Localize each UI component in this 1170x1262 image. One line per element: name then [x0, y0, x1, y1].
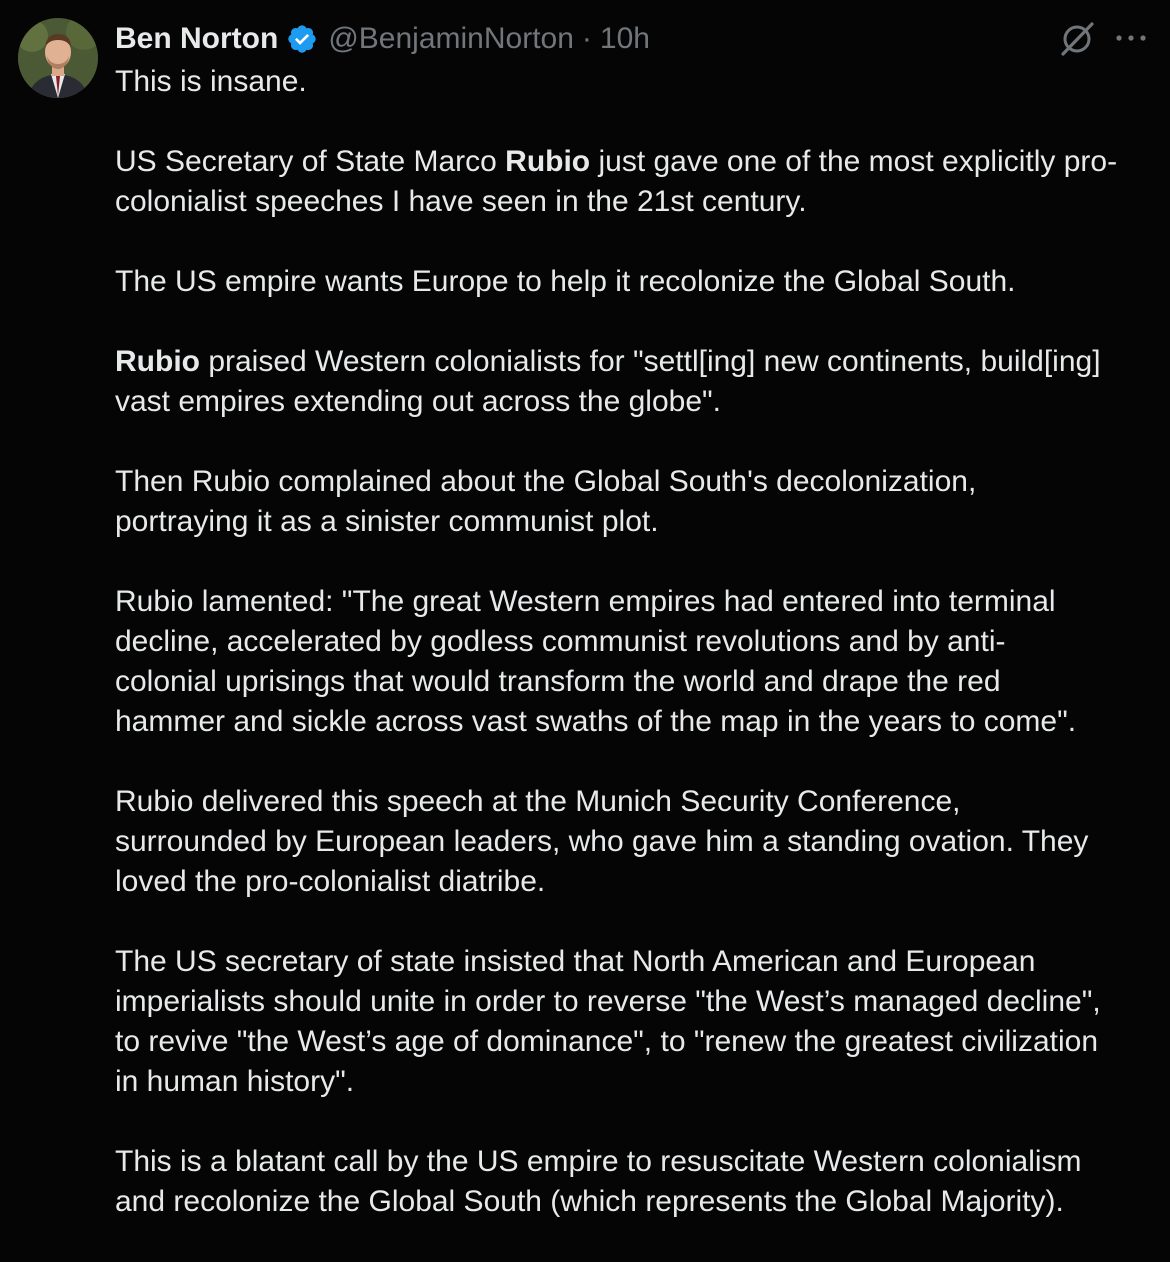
- separator-dot: ·: [581, 22, 592, 55]
- post-paragraph: This is insane.: [115, 65, 307, 98]
- post-paragraph: Rubio lamented: "The great Western empir…: [115, 585, 1077, 738]
- verified-badge-icon: [286, 23, 318, 55]
- post-header: Ben Norton @BenjaminNorton · 10h: [115, 18, 650, 60]
- post-paragraph: Rubio delivered this speech at the Munic…: [115, 785, 1089, 898]
- post-paragraph: This is a blatant call by the US empire …: [115, 1145, 1082, 1218]
- post-paragraph: The US secretary of state insisted that …: [115, 945, 1101, 1098]
- author-handle[interactable]: @BenjaminNorton: [328, 22, 574, 56]
- post-text: This is insane. US Secretary of State Ma…: [115, 62, 1155, 1262]
- post-paragraph: Rubio praised Western colonialists for "…: [115, 345, 1101, 418]
- more-options-icon[interactable]: [1114, 26, 1148, 50]
- post-timestamp[interactable]: 10h: [600, 22, 650, 56]
- tweet: Ben Norton @BenjaminNorton · 10h This is…: [0, 0, 1170, 1228]
- grok-icon[interactable]: [1058, 20, 1096, 58]
- post-paragraph: The US empire wants Europe to help it re…: [115, 265, 1016, 298]
- author-name[interactable]: Ben Norton: [115, 22, 278, 56]
- avatar[interactable]: [18, 18, 98, 98]
- post-paragraph: US Secretary of State Marco Rubio just g…: [115, 145, 1118, 218]
- post-paragraph: Then Rubio complained about the Global S…: [115, 465, 977, 538]
